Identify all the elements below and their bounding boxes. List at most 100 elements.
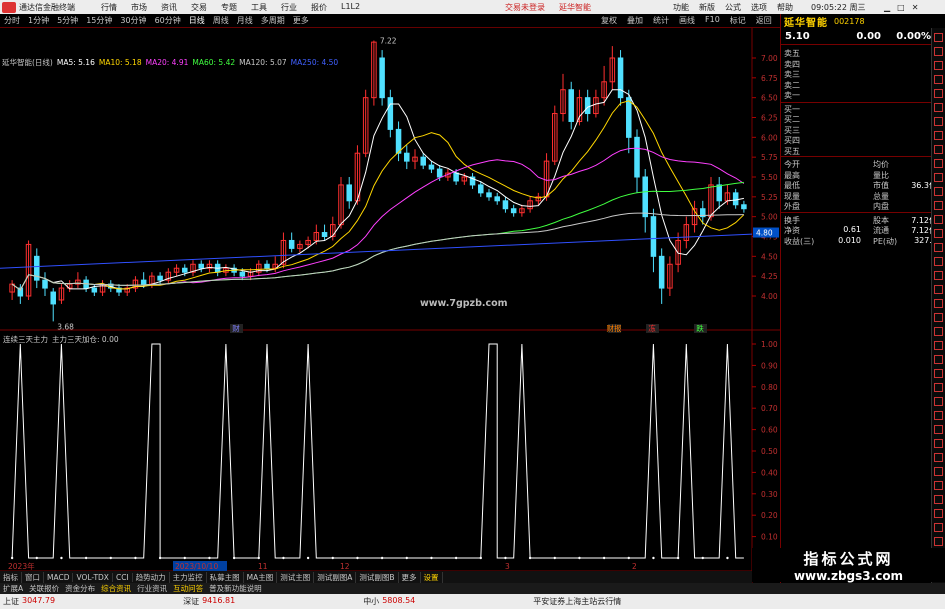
indicator-tab[interactable]: 私募主图	[207, 571, 244, 583]
sz-index-label: 深证	[183, 597, 200, 606]
side-tool-icon[interactable]	[934, 439, 943, 448]
indicator-tab[interactable]: 窗口	[22, 571, 44, 583]
info-tab[interactable]: 资金分布	[62, 583, 98, 594]
tool-button[interactable]: 叠加	[622, 15, 648, 26]
date-label: 3	[505, 562, 510, 571]
tool-button[interactable]: 统计	[648, 15, 674, 26]
side-tool-icon[interactable]	[934, 117, 943, 126]
period-tab[interactable]: 周线	[209, 15, 233, 26]
menu-item-formula[interactable]: 公式	[720, 2, 746, 13]
side-tool-icon[interactable]	[934, 257, 943, 266]
side-tool-icon[interactable]	[934, 355, 943, 364]
stock-code: 002178	[834, 16, 865, 26]
period-tab[interactable]: 月线	[233, 15, 257, 26]
tool-button[interactable]: 复权	[596, 15, 622, 26]
menu-item-function[interactable]: 功能	[668, 2, 694, 13]
side-tool-icon[interactable]	[934, 131, 943, 140]
menu-item[interactable]: 专题	[214, 2, 244, 13]
menu-item[interactable]: 市场	[124, 2, 154, 13]
menu-item[interactable]: 行情	[94, 2, 124, 13]
menu-item-options[interactable]: 选项	[746, 2, 772, 13]
period-tab[interactable]: 1分钟	[24, 15, 53, 26]
side-tool-icon[interactable]	[934, 61, 943, 70]
side-tool-icon[interactable]	[934, 369, 943, 378]
info-tab[interactable]: 扩展A	[0, 583, 26, 594]
side-tool-icon[interactable]	[934, 397, 943, 406]
info-tab[interactable]: 行业资讯	[134, 583, 170, 594]
indicator-tab[interactable]: MACD	[44, 572, 74, 582]
period-tab[interactable]: 分时	[0, 15, 24, 26]
menu-item-new[interactable]: 新版	[694, 2, 720, 13]
chart-area[interactable]: 7.006.756.506.256.005.755.505.255.004.75…	[0, 28, 780, 583]
side-tool-icon[interactable]	[934, 243, 943, 252]
info-tab[interactable]: 互动问答	[170, 583, 206, 594]
indicator-tick-label: 0.10	[761, 533, 778, 542]
maximize-icon[interactable]: □	[897, 3, 905, 12]
info-tab[interactable]: 综合资讯	[98, 583, 134, 594]
period-tab[interactable]: 60分钟	[151, 15, 185, 26]
minimize-icon[interactable]: ▁	[884, 3, 890, 12]
info-tab[interactable]: 关联报价	[26, 583, 62, 594]
side-tool-icon[interactable]	[934, 467, 943, 476]
kline-chart[interactable]: 7.006.756.506.256.005.755.505.255.004.75…	[0, 28, 780, 583]
menu-item[interactable]: 资讯	[154, 2, 184, 13]
side-tool-icon[interactable]	[934, 215, 943, 224]
indicator-tab[interactable]: 主力监控	[170, 571, 207, 583]
tool-button[interactable]: 画线	[674, 15, 700, 26]
side-tool-icon[interactable]	[934, 411, 943, 420]
side-tool-icon[interactable]	[934, 33, 943, 42]
menu-item[interactable]: 交易	[184, 2, 214, 13]
side-tool-icon[interactable]	[934, 313, 943, 322]
menu-item[interactable]: 工具	[244, 2, 274, 13]
side-tool-icon[interactable]	[934, 229, 943, 238]
tool-button[interactable]: 标记	[725, 15, 751, 26]
close-icon[interactable]: ✕	[912, 3, 919, 12]
indicator-tab[interactable]: 测试副图A	[314, 571, 357, 583]
side-tool-icon[interactable]	[934, 425, 943, 434]
side-tool-icon[interactable]	[934, 187, 943, 196]
side-tool-icon[interactable]	[934, 271, 943, 280]
side-tool-icon[interactable]	[934, 47, 943, 56]
period-tab[interactable]: 更多	[289, 15, 313, 26]
menu-item-help[interactable]: 帮助	[772, 2, 798, 13]
indicator-tab[interactable]: 更多	[399, 571, 421, 583]
period-tab[interactable]: 5分钟	[53, 15, 82, 26]
side-tool-icon[interactable]	[934, 537, 943, 546]
side-tool-icon[interactable]	[934, 89, 943, 98]
indicator-tab[interactable]: 指标	[0, 571, 22, 583]
side-tool-icon[interactable]	[934, 285, 943, 294]
indicator-tab[interactable]: 设置	[421, 571, 443, 583]
indicator-tab[interactable]: CCI	[113, 572, 133, 582]
period-tab[interactable]: 多周期	[257, 15, 289, 26]
info-tab[interactable]: 普及新功能说明	[206, 583, 265, 594]
side-tool-icon[interactable]	[934, 173, 943, 182]
menu-item[interactable]: 报价	[304, 2, 334, 13]
side-tool-icon[interactable]	[934, 75, 943, 84]
side-tool-icon[interactable]	[934, 481, 943, 490]
side-tool-icon[interactable]	[934, 523, 943, 532]
indicator-tab[interactable]: MA主图	[244, 571, 278, 583]
side-tool-icon[interactable]	[934, 145, 943, 154]
indicator-tab[interactable]: 趋势动力	[133, 571, 170, 583]
side-tool-icon[interactable]	[934, 299, 943, 308]
side-tool-icon[interactable]	[934, 341, 943, 350]
tool-button[interactable]: 返回	[751, 15, 777, 26]
side-tool-icon[interactable]	[934, 495, 943, 504]
side-tool-icon[interactable]	[934, 383, 943, 392]
side-tool-icon[interactable]	[934, 509, 943, 518]
side-tool-icon[interactable]	[934, 103, 943, 112]
period-tab[interactable]: 15分钟	[82, 15, 116, 26]
side-tool-icon[interactable]	[934, 453, 943, 462]
side-tool-icon[interactable]	[934, 159, 943, 168]
menu-item[interactable]: 行业	[274, 2, 304, 13]
period-tab[interactable]: 30分钟	[116, 15, 150, 26]
indicator-tab[interactable]: VOL-TDX	[73, 572, 113, 582]
login-status[interactable]: 交易未登录	[505, 2, 545, 13]
indicator-tab[interactable]: 测试主图	[277, 571, 315, 583]
indicator-tab[interactable]: 测试副图B	[356, 571, 399, 583]
menu-item[interactable]: L1L2	[334, 2, 367, 13]
side-tool-icon[interactable]	[934, 327, 943, 336]
period-tab-active[interactable]: 日线	[185, 15, 209, 26]
tool-button[interactable]: F10	[700, 15, 725, 26]
side-tool-icon[interactable]	[934, 201, 943, 210]
